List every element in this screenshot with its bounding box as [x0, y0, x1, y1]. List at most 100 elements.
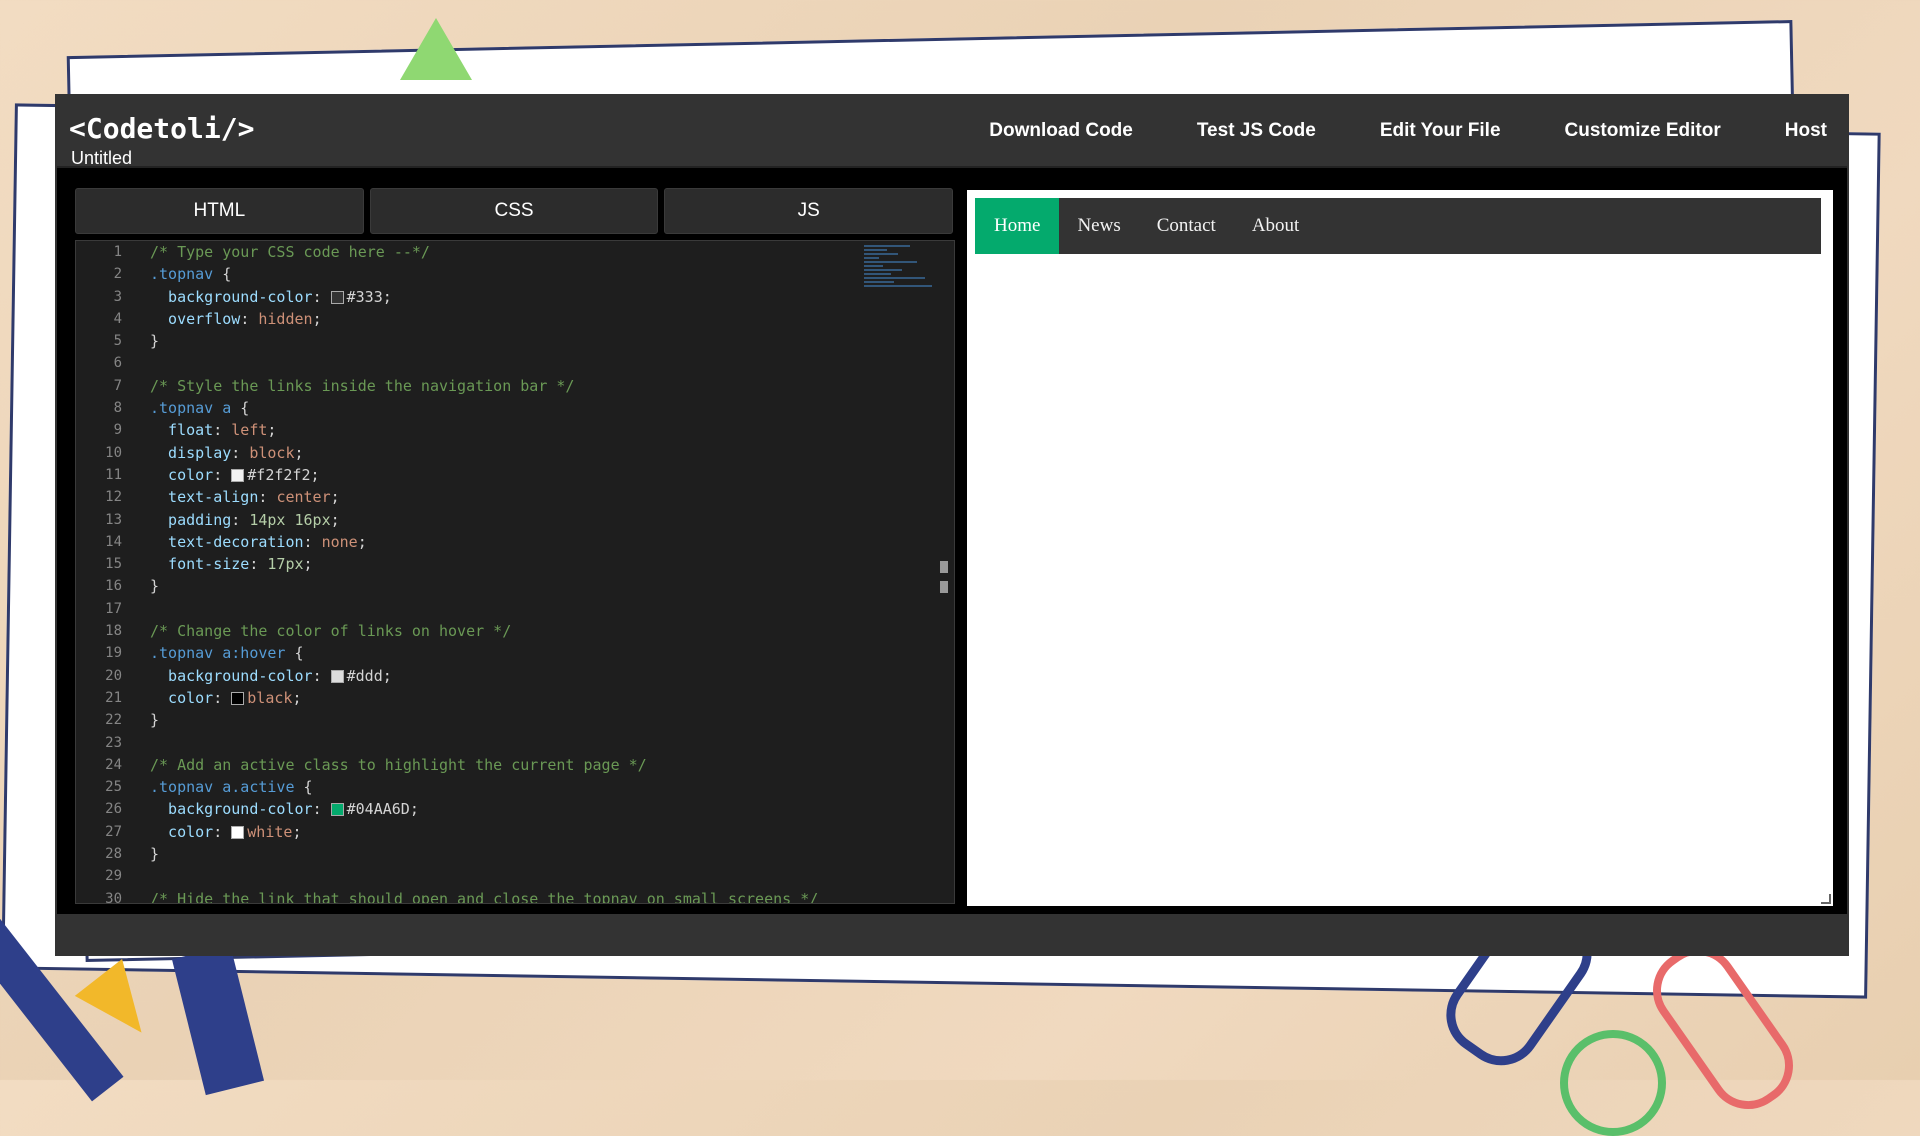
nav-edit-your-file[interactable]: Edit Your File — [1380, 120, 1501, 142]
code-token: ; — [294, 443, 304, 462]
code-token: { — [294, 778, 313, 797]
code-line[interactable]: 2 .topnav { — [76, 263, 954, 285]
minimap[interactable] — [864, 243, 940, 303]
code-line[interactable]: 21 color: black; — [76, 687, 954, 709]
line-number: 24 — [105, 756, 122, 773]
nav-customize-editor[interactable]: Customize Editor — [1565, 120, 1721, 142]
code-token: ; — [330, 488, 340, 507]
code-token: ; — [292, 822, 302, 841]
code-line[interactable]: 11 color: #f2f2f2; — [76, 464, 954, 486]
code-token: left — [231, 421, 268, 440]
color-swatch[interactable] — [231, 468, 245, 482]
preview-nav-home[interactable]: Home — [975, 198, 1060, 254]
color-swatch[interactable] — [330, 803, 344, 817]
code-line[interactable]: 8 .topnav a { — [76, 397, 954, 419]
code-line[interactable]: 13 padding: 14px 16px; — [76, 509, 954, 531]
tab-css[interactable]: CSS — [369, 188, 659, 234]
line-number: 9 — [113, 422, 122, 439]
line-number: 15 — [105, 556, 122, 573]
code-token: 14px 16px — [249, 510, 331, 529]
code-line[interactable]: 7 /* Style the links inside the navigatio… — [76, 375, 954, 397]
line-text: } — [150, 330, 159, 352]
tab-js[interactable]: JS — [664, 188, 954, 234]
line-number: 26 — [105, 801, 122, 818]
code-token: display — [150, 443, 232, 462]
code-line[interactable]: 24 /* Add an active class to highlight th… — [76, 754, 954, 776]
line-text: color: #f2f2f2; — [150, 464, 319, 486]
code-token: block — [249, 443, 295, 462]
line-text: background-color: #ddd; — [150, 665, 392, 687]
footer-bar — [57, 914, 1847, 954]
code-line[interactable]: 26 background-color: #04AA6D; — [76, 798, 954, 820]
code-token: background-color — [150, 666, 313, 685]
scrollbar-marker[interactable] — [940, 581, 948, 593]
color-swatch[interactable] — [330, 290, 344, 304]
line-number: 27 — [105, 823, 122, 840]
line-text: float: left; — [150, 419, 276, 441]
code-token: : — [240, 309, 259, 328]
code-line[interactable]: 10 display: block; — [76, 442, 954, 464]
preview-nav-news[interactable]: News — [1059, 198, 1138, 254]
code-line[interactable]: 9 float: left; — [76, 419, 954, 441]
code-line[interactable]: 20 background-color: #ddd; — [76, 665, 954, 687]
code-token: .topnav a — [150, 399, 232, 418]
line-number: 16 — [105, 578, 122, 595]
code-line[interactable]: 23 — [76, 732, 954, 754]
line-number: 19 — [105, 645, 122, 662]
code-line[interactable]: 29 — [76, 865, 954, 887]
code-line[interactable]: 12 text-align: center; — [76, 486, 954, 508]
nav-download-code[interactable]: Download Code — [989, 120, 1133, 142]
line-number: 13 — [105, 511, 122, 528]
code-line[interactable]: 5} — [76, 330, 954, 352]
line-number: 11 — [105, 466, 122, 483]
code-line[interactable]: 15 font-size: 17px; — [76, 553, 954, 575]
code-token: /* Hide the link that should open and cl… — [150, 889, 819, 904]
decorative-paperclip — [1560, 1030, 1666, 1136]
line-text: font-size: 17px; — [150, 553, 313, 575]
code-line[interactable]: 14 text-decoration: none; — [76, 531, 954, 553]
code-line[interactable]: 22} — [76, 709, 954, 731]
scrollbar-marker[interactable] — [940, 561, 948, 573]
code-token: } — [150, 332, 160, 351]
code-line[interactable]: 17 — [76, 598, 954, 620]
line-number: 29 — [105, 868, 122, 885]
code-line[interactable]: 4 overflow: hidden; — [76, 308, 954, 330]
code-line[interactable]: 19 .topnav a:hover { — [76, 642, 954, 664]
line-text: .topnav a:hover { — [150, 642, 304, 664]
line-number: 17 — [105, 600, 122, 617]
color-swatch[interactable] — [231, 825, 245, 839]
code-line[interactable]: 25 .topnav a.active { — [76, 776, 954, 798]
resize-handle[interactable] — [1821, 894, 1831, 904]
code-line[interactable]: 1 /* Type your CSS code here --*/ — [76, 241, 954, 263]
line-text: background-color: #333; — [150, 286, 392, 308]
code-token: background-color — [150, 287, 313, 306]
file-name[interactable]: Untitled — [71, 148, 132, 169]
code-line[interactable]: 30 /* Hide the link that should open and … — [76, 888, 954, 904]
code-line[interactable]: 18 /* Change the color of links on hover … — [76, 620, 954, 642]
nav-test-js-code[interactable]: Test JS Code — [1197, 120, 1316, 142]
code-token: : — [312, 666, 331, 685]
line-number: 4 — [113, 310, 122, 327]
preview-nav-about[interactable]: About — [1234, 198, 1318, 254]
nav-host[interactable]: Host — [1785, 120, 1827, 142]
code-token: : — [213, 688, 232, 707]
color-swatch[interactable] — [330, 669, 344, 683]
code-line[interactable]: 28} — [76, 843, 954, 865]
code-line[interactable]: 16} — [76, 575, 954, 597]
code-token: #04AA6D — [346, 800, 410, 819]
code-line[interactable]: 3 background-color: #333; — [76, 286, 954, 308]
code-token: { — [213, 265, 232, 284]
code-line[interactable]: 27 color: white; — [76, 821, 954, 843]
app-logo[interactable]: <Codetoli/> — [69, 112, 254, 145]
tab-html[interactable]: HTML — [75, 188, 364, 234]
color-swatch[interactable] — [231, 691, 245, 705]
line-text: .topnav a { — [150, 397, 249, 419]
app-header: <Codetoli/> Untitled Download Code Test … — [57, 96, 1847, 168]
line-number: 14 — [105, 533, 122, 550]
code-line[interactable]: 6 — [76, 352, 954, 374]
line-text: text-align: center; — [150, 486, 340, 508]
line-number: 7 — [113, 377, 122, 394]
code-token: ; — [303, 555, 313, 574]
code-editor[interactable]: 1 /* Type your CSS code here --*/ 2 .topnav… — [75, 240, 955, 904]
preview-nav-contact[interactable]: Contact — [1139, 198, 1234, 254]
